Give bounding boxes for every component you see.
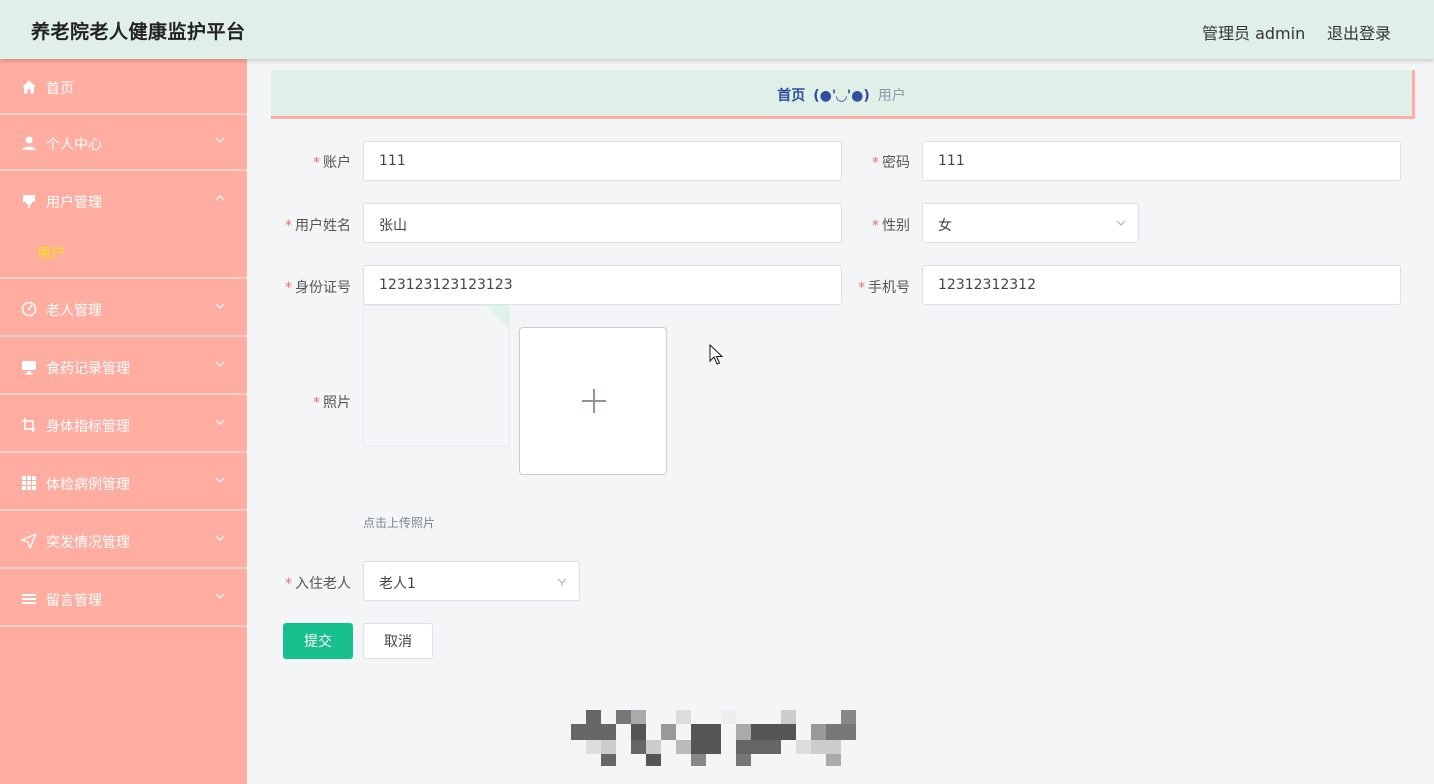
sidebar-item-elder-manage[interactable]: 老人管理	[0, 281, 247, 337]
chevron-down-icon	[215, 361, 225, 367]
chevron-down-icon	[215, 535, 225, 541]
sidebar-item-medical-records[interactable]: 体检病例管理	[0, 455, 247, 511]
chevron-up-icon	[215, 195, 225, 201]
sidebar-item-label: 留言管理	[46, 593, 102, 609]
sidebar-item-label: 体检病例管理	[46, 477, 130, 493]
breadcrumb-home[interactable]: 首页	[777, 88, 805, 104]
upload-status-corner	[486, 305, 510, 329]
sidebar-item-user-manage[interactable]: 用户管理	[0, 173, 247, 229]
home-icon	[22, 80, 36, 94]
top-header: 养老院老人健康监护平台 管理员 admin 退出登录	[0, 0, 1434, 59]
pixelated-image	[571, 710, 856, 766]
breadcrumb-current: 用户	[877, 88, 906, 104]
sidebar-item-label: 个人中心	[46, 137, 102, 153]
sidebar-item-label: 首页	[46, 81, 74, 97]
gender-value: 女	[938, 218, 952, 234]
chevron-down-icon	[1116, 220, 1126, 226]
sidebar-item-label: 身体指标管理	[46, 419, 130, 435]
chevron-down-icon	[215, 477, 225, 483]
send-icon	[21, 533, 37, 549]
sidebar-item-label: 用户管理	[46, 195, 102, 211]
name-input[interactable]: 张山	[363, 203, 842, 243]
upload-tip: 点击上传照片	[363, 516, 436, 530]
list-icon	[22, 594, 36, 604]
plus-icon	[593, 389, 595, 413]
name-label: * 用户姓名	[285, 218, 351, 234]
password-label: * 密码	[872, 155, 910, 171]
crop-icon	[22, 418, 36, 432]
submit-button[interactable]: 提交	[283, 623, 353, 659]
gender-label: * 性别	[872, 218, 910, 234]
elder-label: * 入住老人	[285, 576, 351, 592]
sidebar-item-label: 突发情况管理	[46, 535, 130, 551]
id-card-label: * 身份证号	[285, 280, 351, 296]
sidebar-item-profile[interactable]: 个人中心	[0, 115, 247, 171]
submenu-item-user[interactable]: 用户	[37, 243, 65, 263]
sidebar-item-label: 老人管理	[46, 303, 102, 319]
sidebar-item-emergency[interactable]: 突发情况管理	[0, 513, 247, 569]
monitor-icon	[22, 361, 36, 375]
elder-select[interactable]: 老人1	[363, 561, 580, 601]
person-icon	[22, 136, 36, 150]
photo-preview[interactable]	[363, 305, 510, 447]
phone-input[interactable]: 12312312312	[922, 265, 1401, 305]
submenu-users: 用户	[0, 229, 247, 279]
breadcrumb-separator: (●'◡'●)	[813, 88, 870, 104]
admin-label: 管理员 admin	[1202, 24, 1306, 43]
sidebar: 首页 个人中心 用户管理 用户 老人管理 食药记录管理 身体指标管理 体检病例管…	[0, 59, 247, 784]
grid-icon	[22, 476, 36, 490]
password-input[interactable]: 111	[922, 141, 1401, 181]
account-input[interactable]: 111	[363, 141, 842, 181]
chevron-down-icon	[557, 578, 567, 586]
chevron-down-icon	[215, 419, 225, 425]
elder-value: 老人1	[379, 576, 416, 592]
sidebar-item-food-medicine[interactable]: 食药记录管理	[0, 339, 247, 395]
sidebar-item-messages[interactable]: 留言管理	[0, 571, 247, 627]
app-title: 养老院老人健康监护平台	[31, 21, 246, 43]
chevron-down-icon	[215, 593, 225, 599]
photo-upload-button[interactable]	[519, 327, 667, 475]
gender-select[interactable]: 女	[922, 203, 1139, 243]
phone-label: * 手机号	[858, 280, 910, 296]
user-manage-icon	[23, 195, 35, 208]
chevron-down-icon	[215, 137, 225, 143]
mouse-cursor-icon	[709, 344, 723, 365]
cancel-button[interactable]: 取消	[363, 623, 433, 659]
breadcrumb-bar: 首页 (●'◡'●) 用户	[271, 70, 1415, 119]
chevron-down-icon	[215, 303, 225, 309]
gauge-icon	[21, 301, 37, 317]
account-label: * 账户	[313, 155, 351, 171]
sidebar-item-label: 食药记录管理	[46, 361, 130, 377]
id-card-input[interactable]: 123123123123123	[363, 265, 842, 305]
sidebar-item-body-index[interactable]: 身体指标管理	[0, 397, 247, 453]
logout-link[interactable]: 退出登录	[1327, 20, 1391, 44]
sidebar-item-home[interactable]: 首页	[0, 59, 247, 115]
photo-label: * 照片	[313, 395, 351, 411]
breadcrumb: 首页 (●'◡'●) 用户	[271, 85, 1412, 105]
